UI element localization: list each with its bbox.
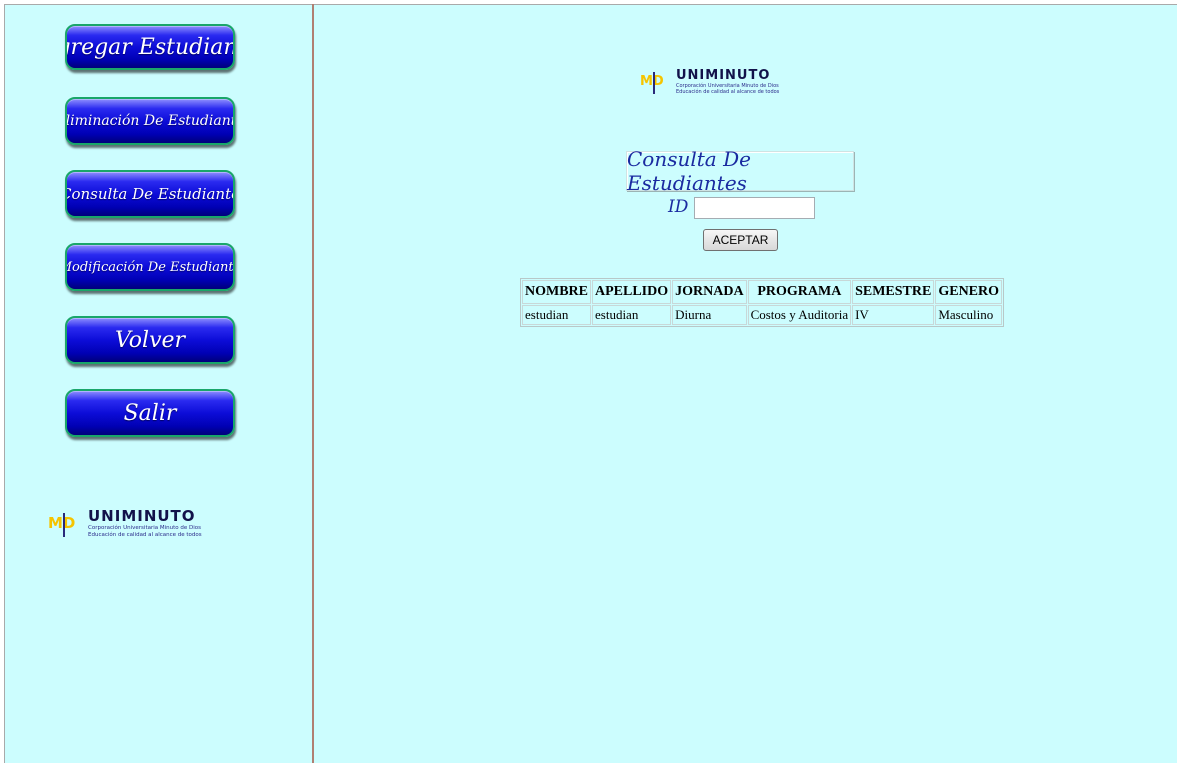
sidebar-divider [312, 4, 314, 763]
modify-student-label: Modificación De Estudiante [65, 259, 235, 275]
logo-line-1: Corporación Universitaria Minuto de Dios [88, 525, 202, 531]
delete-student-label: Eliminación De Estudiante [65, 113, 233, 129]
add-student-label: Agregar Estudiante [67, 34, 233, 60]
add-student-button[interactable]: Agregar Estudiante [65, 24, 235, 70]
column-header: PROGRAMA [747, 280, 852, 304]
table-cell: estudian [592, 305, 672, 325]
sidebar-uniminuto-logo: MD UNIMINUTO Corporación Universitaria M… [48, 509, 202, 538]
logo-line-2: Educación de calidad al alcance de todos [88, 531, 202, 538]
logo-line-2: Educación de calidad al alcance de todos [676, 89, 780, 95]
form-title: Consulta De Estudiantes [626, 147, 854, 195]
header-uniminuto-logo: MD UNIMINUTO Corporación Universitaria M… [640, 69, 779, 95]
query-student-button[interactable]: Consulta De Estudiante [65, 170, 235, 218]
exit-button[interactable]: Salir [65, 389, 235, 437]
delete-student-button[interactable]: Eliminación De Estudiante [65, 97, 235, 145]
column-header: SEMESTRE [852, 280, 935, 304]
exit-label: Salir [123, 400, 177, 426]
accept-button[interactable]: ACEPTAR [703, 229, 778, 251]
table-cell: estudian [522, 305, 591, 325]
results-table: NOMBRE APELLIDO JORNADA PROGRAMA SEMESTR… [520, 278, 1005, 327]
uniminuto-emblem-icon: MD [48, 512, 84, 537]
table-cell: IV [852, 305, 935, 325]
column-header: NOMBRE [522, 280, 591, 304]
logo-brand: UNIMINUTO [676, 68, 771, 83]
table-cell: Masculino [935, 305, 1003, 325]
table-cell: Diurna [672, 305, 747, 325]
column-header: JORNADA [672, 280, 747, 304]
column-header: GENERO [935, 280, 1003, 304]
table-cell: Costos y Auditoria [747, 305, 852, 325]
id-label: ID [668, 197, 689, 217]
id-input[interactable] [694, 197, 815, 219]
uniminuto-emblem-icon: MD [640, 72, 672, 94]
table-row: estudian estudian Diurna Costos y Audito… [522, 305, 1003, 325]
query-student-label: Consulta De Estudiante [65, 185, 235, 203]
logo-mark-text: MD [640, 74, 664, 89]
back-button[interactable]: Volver [65, 316, 235, 364]
column-header: APELLIDO [592, 280, 672, 304]
modify-student-button[interactable]: Modificación De Estudiante [65, 243, 235, 291]
back-label: Volver [114, 327, 186, 353]
table-header-row: NOMBRE APELLIDO JORNADA PROGRAMA SEMESTR… [522, 280, 1003, 304]
logo-mark-text: MD [48, 513, 76, 532]
logo-brand: UNIMINUTO [88, 507, 196, 525]
